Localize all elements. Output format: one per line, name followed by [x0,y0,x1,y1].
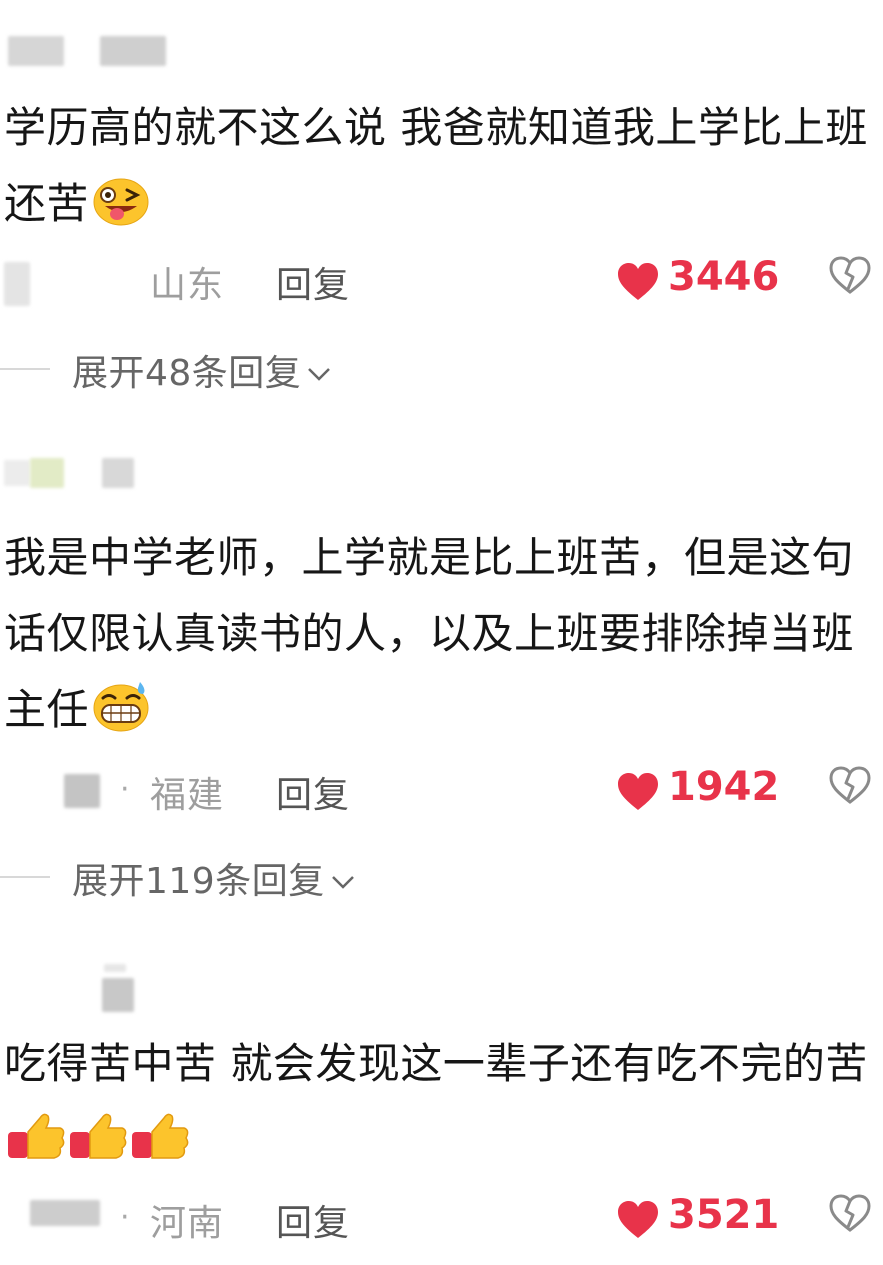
expand-replies: 展开48条回复 [0,338,883,398]
like-button[interactable]: 1942 [616,764,780,816]
like-button[interactable]: 3521 [616,1192,780,1244]
blurred-username [4,262,30,306]
blurred-avatar [8,36,64,66]
expand-replies: 展开119条回复 [0,846,883,906]
comment-meta: · 福建 回复 1942 [0,762,883,822]
like-button[interactable]: 3446 [616,254,780,306]
chevron-down-icon [331,857,355,898]
divider-line [0,876,50,878]
expand-replies-button[interactable]: 展开48条回复 [72,344,331,396]
comment-meta: 山东 回复 3446 [0,252,883,312]
comment-author[interactable] [0,452,300,496]
comment-meta: · 河南 回复 3521 [0,1190,883,1250]
blurred-avatar [30,458,64,488]
blurred-avatar [104,964,126,972]
comment-text: 我是中学老师，上学就是比上班苦，但是这句话仅限认真读书的人，以及上班要排除掉当班… [4,520,879,756]
reply-button[interactable]: 回复 [276,256,350,308]
broken-heart-icon[interactable] [828,766,872,810]
broken-heart-icon[interactable] [828,1194,872,1238]
heart-icon [616,1200,660,1244]
comment-author[interactable] [0,960,300,1012]
blurred-username [102,978,134,1012]
like-count: 3446 [668,254,780,300]
blurred-username [100,36,166,66]
separator-dot: · [120,1200,130,1235]
blurred-avatar [4,460,30,486]
broken-heart-icon[interactable] [828,256,872,300]
like-count: 1942 [668,764,780,810]
heart-icon [616,262,660,306]
blurred-username [102,458,134,488]
reply-button[interactable]: 回复 [276,1194,350,1246]
thumbs-up-emoji [6,1108,192,1186]
like-count: 3521 [668,1192,780,1238]
comment-author[interactable] [0,30,300,74]
comment-text: 学历高的就不这么说 我爸就知道我上学比上班还苦 [4,90,879,250]
heart-icon [616,772,660,816]
separator-dot: · [120,772,130,807]
grin-sweat-emoji [91,680,149,756]
comment-text: 吃得苦中苦 就会发现这一辈子还有吃不完的苦 [4,1026,879,1186]
location-label: 河南 [150,1203,225,1244]
expand-replies-label: 展开119条回复 [72,861,325,902]
blurred-username [30,1200,100,1226]
winking-tongue-emoji [91,174,149,250]
divider-line [0,368,50,370]
location-label: 山东 [150,265,225,306]
chevron-down-icon [307,349,331,390]
reply-button[interactable]: 回复 [276,766,350,818]
expand-replies-label: 展开48条回复 [72,353,302,394]
expand-replies-button[interactable]: 展开119条回复 [72,852,355,904]
location-label: 福建 [150,775,225,816]
blurred-username [64,774,100,808]
